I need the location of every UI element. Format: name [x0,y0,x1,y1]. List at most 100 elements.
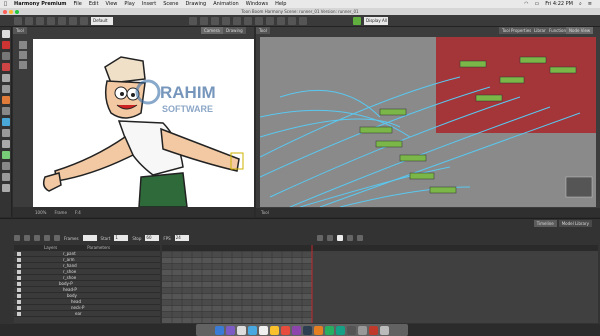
transform-icon[interactable] [200,16,208,25]
delete-keyframe-icon[interactable] [326,235,333,241]
menu-drawing[interactable]: Drawing [185,1,206,7]
camera-view-tab[interactable]: Tool [13,27,27,34]
after-effects-icon[interactable] [303,325,312,335]
save-icon[interactable] [14,16,22,25]
menu-help[interactable]: Help [275,1,286,7]
color-swatch-icon[interactable] [2,184,10,192]
tab-model-library[interactable]: Model Library [558,220,592,227]
minimize-window-button[interactable] [9,9,13,14]
menu-view[interactable]: View [106,1,118,7]
light-table-icon[interactable] [69,16,77,25]
search-icon[interactable]: ⌕ [579,1,582,7]
rotate-tool-icon[interactable] [2,162,10,170]
stop-motion-keyframe-icon[interactable] [336,235,343,241]
layer-visibility-checkbox[interactable] [17,281,21,286]
layer-visibility-checkbox[interactable] [17,251,21,256]
layer-visibility-checkbox[interactable] [17,305,21,310]
calendar-icon[interactable] [281,325,290,335]
harmony-dock-icon[interactable] [336,325,345,335]
add-keyframe-icon[interactable] [316,235,323,241]
system-preferences-icon[interactable] [358,325,367,335]
brush-tool-icon[interactable] [2,41,10,49]
menu-edit[interactable]: Edit [89,1,99,7]
onion-skin-icon[interactable] [58,16,66,25]
layer-row[interactable]: ear [14,311,160,317]
tab-drawing[interactable]: Drawing [223,27,246,34]
finder-icon[interactable] [215,325,224,335]
workspace-select[interactable]: Default [91,16,113,25]
node-canvas[interactable] [260,37,596,207]
play-icon[interactable] [14,235,20,241]
drawing-canvas[interactable] [33,39,254,207]
chrome-icon[interactable] [259,325,268,335]
link-icon[interactable] [288,16,296,25]
transform-tool-icon[interactable] [2,151,10,159]
menu-file[interactable]: File [73,1,81,7]
close-window-button[interactable] [3,9,7,14]
adobe-icon[interactable] [369,325,378,335]
select-tool-icon[interactable] [2,30,10,38]
tab-timeline[interactable]: Timeline [533,220,557,227]
layer-visibility-checkbox[interactable] [17,311,21,316]
eraser-tool-icon[interactable] [2,63,10,71]
siri-icon[interactable] [226,325,235,335]
current-frame-field[interactable] [82,235,97,241]
layer-visibility-checkbox[interactable] [17,293,21,298]
clock[interactable]: Fri 4:22 PM [545,1,573,7]
illustrator-icon[interactable] [314,325,323,335]
timeline-frames[interactable] [162,245,598,323]
camera-icon[interactable] [266,16,274,25]
morph-tool-icon[interactable] [2,173,10,181]
trash-icon[interactable] [380,325,389,335]
backdrop-node[interactable] [436,37,596,133]
node-navigator[interactable] [565,176,593,198]
zoom-out-icon[interactable] [255,16,263,25]
text-tool-icon[interactable] [2,107,10,115]
undo-icon[interactable] [25,16,33,25]
loop-icon[interactable] [34,235,40,241]
first-frame-icon[interactable] [44,235,50,241]
messages-icon[interactable] [325,325,334,335]
hand-tool-icon[interactable] [2,129,10,137]
grid-icon[interactable] [233,16,241,25]
render-icon[interactable] [80,16,88,25]
terminal-icon[interactable] [347,325,356,335]
menu-insert[interactable]: Insert [142,1,156,7]
palette-icon[interactable] [19,61,27,69]
reset-view-icon[interactable] [47,16,55,25]
app-name[interactable]: Harmony Premium [14,1,66,7]
peg-icon[interactable] [189,16,197,25]
cutter-tool-icon[interactable] [2,74,10,82]
paint-tool-icon[interactable] [2,96,10,104]
last-frame-icon[interactable] [54,235,60,241]
deform-icon[interactable] [211,16,219,25]
lock-icon[interactable] [277,16,285,25]
dropper-tool-icon[interactable] [2,118,10,126]
layer-visibility-checkbox[interactable] [17,257,21,262]
menu-animation[interactable]: Animation [213,1,239,7]
menu-play[interactable]: Play [124,1,134,7]
zoom-tool-icon[interactable] [2,140,10,148]
zoom-window-button[interactable] [15,9,19,14]
battery-icon[interactable]: ▭ [535,1,540,7]
safari-icon[interactable] [248,325,257,335]
playback-icon[interactable] [299,16,307,25]
shape-tool-icon[interactable] [2,85,10,93]
wifi-icon[interactable]: ◠ [524,1,528,7]
snap-icon[interactable] [222,16,230,25]
start-field[interactable]: 1 [114,235,129,241]
node-view-left-tab[interactable]: Tool [256,27,270,34]
pencil-tool-icon[interactable] [2,52,10,60]
layer-visibility-checkbox[interactable] [17,269,21,274]
launchpad-icon[interactable] [237,325,246,335]
fps-field[interactable]: 24 [174,235,189,241]
zoom-level[interactable]: 100% [35,210,46,215]
layer-icon[interactable] [19,51,27,59]
notes-icon[interactable] [270,325,279,335]
tab-camera[interactable]: Camera [201,27,223,34]
redo-icon[interactable] [36,16,44,25]
menu-list-icon[interactable]: ≡ [588,1,592,7]
stop-icon[interactable] [24,235,30,241]
layer-visibility-checkbox[interactable] [17,275,21,280]
layer-visibility-checkbox[interactable] [17,299,21,304]
